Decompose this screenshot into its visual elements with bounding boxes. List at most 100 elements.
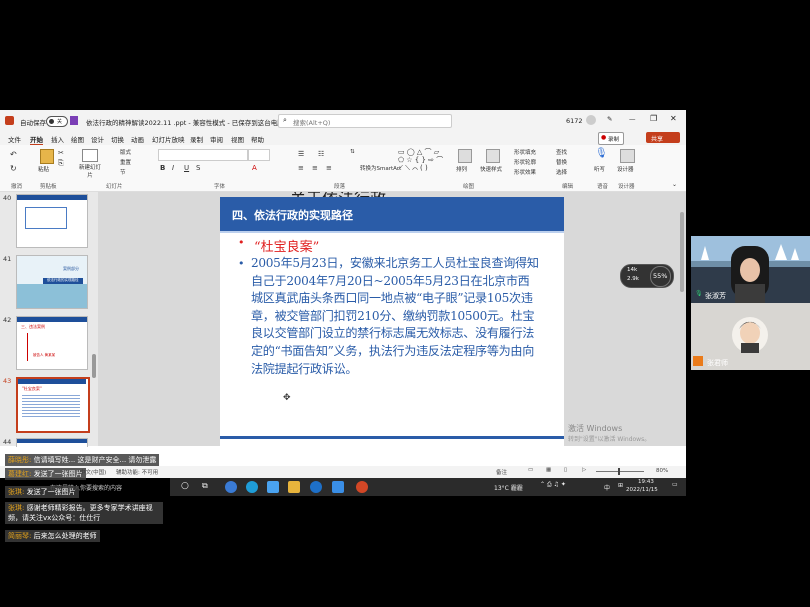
store-icon[interactable] [267,481,279,493]
designer-icon[interactable] [620,149,635,163]
reset-button[interactable]: 重置 [120,158,131,166]
task-view-icon[interactable]: ⧉ [202,481,208,491]
thumb-number: 40 [3,194,12,202]
dictate-button[interactable]: 听写 [594,165,605,173]
close-icon[interactable]: ✕ [670,114,677,123]
accessibility-status[interactable]: 辅助功能: 不可用 [116,468,158,476]
paste-button[interactable]: 粘贴 [38,165,49,173]
copy-icon[interactable]: ⎘ [58,159,64,168]
restore-icon[interactable]: ❐ [650,114,657,123]
align-left-icon[interactable]: ≡ [298,164,304,172]
section-button[interactable]: 节 [120,168,126,176]
record-button[interactable]: ● 录制 [598,132,624,145]
ie-icon[interactable] [310,481,322,493]
italic-icon[interactable]: I [172,164,174,172]
powerpoint-window: 自动保存 关 依法行政的精神解读2022.11 .ppt - 兼容性模式 - 已… [0,110,686,478]
slide-thumbnail-42[interactable]: 三、违法案例 被告人 黄某某 [16,316,88,370]
notes-button[interactable]: 备注 [496,468,507,476]
group-slides: 幻灯片 [106,184,123,190]
save-icon[interactable] [70,116,78,125]
tab-help[interactable]: 帮助 [251,134,264,144]
vertical-scrollbar[interactable] [680,212,684,292]
video-tile-2[interactable]: 张君师 [691,303,810,370]
weather-widget[interactable]: 13°C 霾霾 [494,483,523,492]
arrange-icon[interactable] [458,149,472,163]
reading-view-icon[interactable]: ▯ [564,467,567,473]
tab-record[interactable]: 录制 [190,134,203,144]
microphone-icon[interactable]: 🎙 [595,148,608,159]
quick-styles-icon[interactable] [486,149,500,163]
slide-thumbnail-41[interactable]: 案例部分 依法行政的实现路径 [16,255,88,309]
tab-insert[interactable]: 插入 [51,134,64,144]
tab-slideshow[interactable]: 幻灯片放映 [152,134,185,144]
sorter-view-icon[interactable]: ▦ [546,467,551,473]
slide-thumbnail-44[interactable] [16,438,88,447]
cut-icon[interactable]: ✂ [58,149,64,157]
undo-icon[interactable]: ↶ [10,150,17,159]
clock-time[interactable]: 19:43 [638,479,654,485]
clock-date[interactable]: 2022/11/15 [626,487,658,493]
share-button[interactable]: 共享 [646,132,680,143]
replace-button[interactable]: 替换 [556,158,567,166]
shape-effect-button[interactable]: 形状效果 [514,168,536,176]
collapse-ribbon-icon[interactable]: ⌄ [672,181,677,188]
tab-home[interactable]: 开始 [30,134,43,145]
autosave-toggle[interactable]: 关 [46,116,68,127]
shape-fill-button[interactable]: 形状填充 [514,148,536,156]
strikethrough-icon[interactable]: S [196,164,200,172]
convert-smartart-button[interactable]: 转换为SmartArt [360,164,401,172]
font-size-select[interactable] [248,149,270,161]
shape-outline-button[interactable]: 形状轮廓 [514,158,536,166]
designer-button[interactable]: 设计器 [617,165,634,173]
slideshow-view-icon[interactable]: ▷ [582,467,586,473]
quick-styles-button[interactable]: 快速样式 [480,165,502,173]
font-color-icon[interactable]: A [252,164,257,172]
slide-thumbnail-43-selected[interactable]: "杜宝良案" [16,377,90,433]
slide-thumbnail-40[interactable] [16,194,88,248]
ime-indicator[interactable]: 中 [604,483,610,492]
notification-icon[interactable]: ▭ [672,481,678,488]
redo-icon[interactable]: ↻ [10,164,17,173]
bullets-icon[interactable]: ☰ [298,150,304,158]
search-box[interactable]: ⌕ 搜索(Alt+Q) [278,114,452,128]
file-explorer-icon[interactable] [288,481,300,493]
powerpoint-taskbar-icon[interactable] [356,481,368,493]
tab-animations[interactable]: 动画 [131,134,144,144]
find-button[interactable]: 查找 [556,148,567,156]
minimize-icon[interactable]: — [629,115,636,123]
shapes-gallery[interactable]: ▭ ◯ △ ⌒ ▱ ⬠ ☆ { } ⇨ ⌒ ⟋ ⟍ ⌒ ( ) [398,148,450,172]
tab-transitions[interactable]: 切换 [111,134,124,144]
tab-draw[interactable]: 绘图 [71,134,84,144]
tab-review[interactable]: 审阅 [210,134,223,144]
video-tile-1[interactable]: 🎙 张淑芳 [691,236,810,303]
layout-button[interactable]: 版式 [120,148,131,156]
pen-icon[interactable]: ✎ [607,115,612,123]
edge-icon[interactable] [246,481,258,493]
arrange-button[interactable]: 排列 [456,165,467,173]
bold-icon[interactable]: B [160,164,165,172]
tray-icons[interactable]: ⌃ ⎙ ♫ ✦ [540,481,566,489]
tab-file[interactable]: 文件 [8,134,21,144]
tab-design[interactable]: 设计 [91,134,104,144]
normal-view-icon[interactable]: ▭ [528,467,533,473]
search-icon[interactable]: ○ [181,481,189,491]
zoom-slider[interactable] [596,468,644,475]
select-button[interactable]: 选择 [556,168,567,176]
zoom-level[interactable]: 80% [656,468,668,474]
numbering-icon[interactable]: ☷ [318,150,324,158]
browser-icon[interactable] [225,481,237,493]
avatar[interactable] [586,115,596,125]
new-slide-button[interactable]: 新建幻灯片 [78,163,102,179]
paste-icon[interactable] [40,149,54,164]
text-direction-icon[interactable]: ⇅ [350,149,355,155]
align-center-icon[interactable]: ≡ [312,164,318,172]
align-right-icon[interactable]: ≡ [326,164,332,172]
keyboard-icon[interactable]: ⊞ [618,482,623,489]
photos-icon[interactable] [332,481,344,493]
tab-view[interactable]: 视图 [231,134,244,144]
underline-icon[interactable]: U [184,164,189,172]
new-slide-icon[interactable] [82,149,98,162]
thumb-scrollbar[interactable] [92,354,96,378]
network-monitor-widget[interactable]: 14k 2.9k 55% [620,264,674,288]
font-name-select[interactable] [158,149,248,161]
